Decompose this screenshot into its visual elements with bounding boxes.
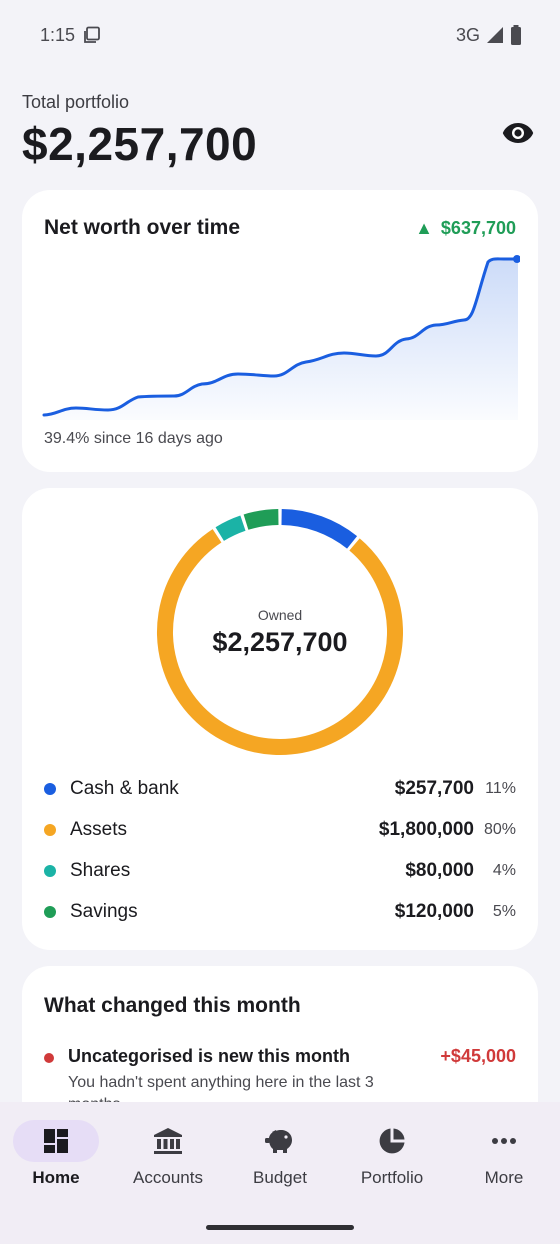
nav-label: Budget (253, 1168, 307, 1187)
nav-label: Home (32, 1168, 80, 1187)
legend-name: Shares (70, 859, 131, 881)
allocation-card: Owned $2,257,700 Cash & bank $257,700 11… (22, 488, 538, 950)
shares-color-dot (44, 864, 56, 877)
network-type: 3G (455, 24, 480, 45)
pie-chart-icon (379, 1128, 405, 1154)
net-worth-footnote: 39.4% since 16 days ago (44, 430, 223, 447)
assets-color-dot (44, 823, 56, 836)
net-worth-change: ▲ $637,700 (415, 218, 516, 239)
toggle-visibility-button[interactable] (500, 118, 536, 148)
change-item-amount: +$45,000 (440, 1046, 516, 1066)
legend-name: Savings (70, 900, 138, 922)
home-gesture-bar[interactable] (206, 1225, 354, 1230)
legend-row-shares[interactable]: Shares $80,000 4% (44, 850, 516, 891)
legend-percent: 11% (485, 779, 516, 797)
bank-icon (154, 1128, 182, 1154)
piggy-bank-icon (265, 1130, 292, 1153)
legend-percent: 80% (483, 820, 516, 838)
net-worth-title: Net worth over time (44, 216, 241, 239)
donut-center-value: $2,257,700 (212, 626, 348, 657)
change-status-dot (44, 1053, 54, 1063)
changes-title: What changed this month (44, 994, 301, 1017)
cash-bank-color-dot (44, 782, 56, 795)
legend-row-assets[interactable]: Assets $1,800,000 80% (44, 809, 516, 850)
total-portfolio-value: $2,257,700 (22, 118, 258, 170)
nav-more[interactable]: More (448, 1102, 560, 1202)
signal-icon (486, 26, 504, 44)
net-worth-change-value: $637,700 (440, 218, 516, 238)
net-worth-area (44, 258, 518, 420)
nav-budget[interactable]: Budget (224, 1102, 336, 1202)
bottom-navigation: Home Accounts Budget Portfolio More (0, 1102, 560, 1244)
nav-label: Accounts (133, 1168, 203, 1187)
nav-label: More (484, 1168, 524, 1187)
more-dots-icon (492, 1138, 516, 1144)
legend-percent: 4% (492, 861, 516, 879)
total-portfolio-label: Total portfolio (22, 92, 130, 112)
net-worth-line-chart (42, 255, 520, 420)
change-item-name: Uncategorised is new this month (68, 1046, 351, 1066)
nav-home[interactable]: Home (0, 1102, 112, 1202)
legend-amount: $80,000 (405, 859, 474, 881)
legend-name: Assets (70, 818, 128, 840)
legend-name: Cash & bank (70, 777, 179, 799)
donut-center: Owned $2,257,700 (150, 502, 410, 762)
screenshot-notification-icon (83, 26, 101, 44)
net-worth-card[interactable]: Net worth over time ▲ $637,700 39.4% sin… (22, 190, 538, 472)
legend-amount: $257,700 (394, 777, 474, 799)
legend-amount: $1,800,000 (378, 818, 474, 840)
legend-row-cash-bank[interactable]: Cash & bank $257,700 11% (44, 768, 516, 809)
nav-accounts[interactable]: Accounts (112, 1102, 224, 1202)
status-bar: 1:15 3G (0, 0, 560, 70)
home-grid-icon (44, 1129, 68, 1153)
status-time: 1:15 (40, 24, 76, 45)
savings-color-dot (44, 905, 56, 918)
portfolio-header: Total portfolio $2,257,700 (22, 92, 538, 171)
nav-portfolio[interactable]: Portfolio (336, 1102, 448, 1202)
trend-up-icon: ▲ (415, 218, 433, 238)
nav-label: Portfolio (360, 1168, 424, 1187)
eye-icon (502, 123, 534, 143)
allocation-legend: Cash & bank $257,700 11% Assets $1,800,0… (44, 768, 516, 932)
legend-row-savings[interactable]: Savings $120,000 5% (44, 891, 516, 932)
legend-amount: $120,000 (394, 900, 474, 922)
donut-center-label: Owned (257, 606, 303, 623)
legend-percent: 5% (492, 902, 516, 920)
battery-icon (510, 25, 522, 45)
